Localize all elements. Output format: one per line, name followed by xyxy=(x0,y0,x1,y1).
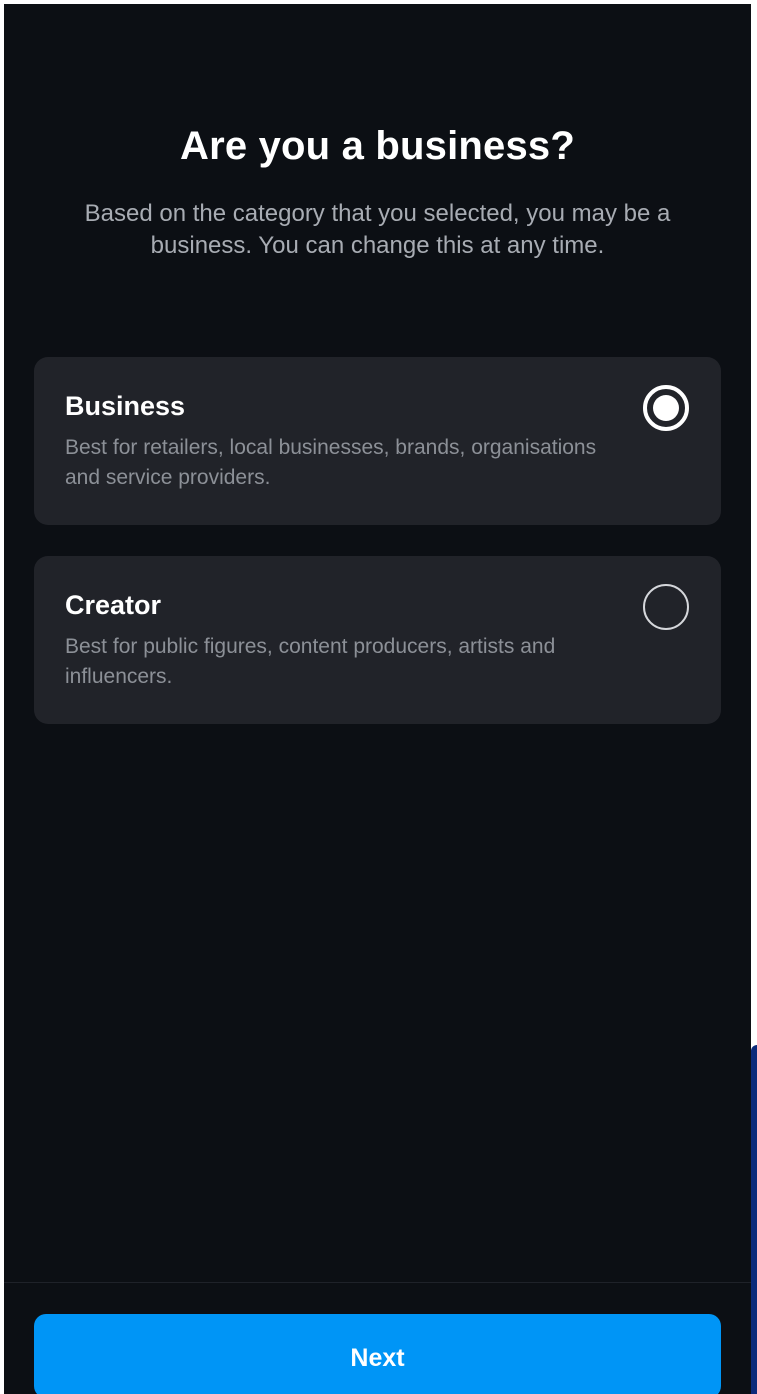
background-edge-graphic xyxy=(751,1045,757,1394)
footer-divider xyxy=(4,1282,751,1283)
option-description-creator: Best for public figures, content produce… xyxy=(65,635,556,688)
option-card-business[interactable]: Business Best for retailers, local busin… xyxy=(34,357,721,525)
radio-button-creator[interactable] xyxy=(643,584,689,630)
radio-button-business[interactable] xyxy=(643,385,689,431)
option-card-creator[interactable]: Creator Best for public figures, content… xyxy=(34,556,721,724)
next-button[interactable]: Next xyxy=(34,1314,721,1394)
option-title-business: Business xyxy=(65,391,186,421)
radio-selected-dot-icon xyxy=(653,395,679,421)
option-description-business: Best for retailers, local businesses, br… xyxy=(65,436,597,489)
page-subtitle: Based on the category that you selected,… xyxy=(84,200,671,259)
page-title: Are you a business? xyxy=(179,124,576,168)
account-type-screen: Are you a business? Based on the categor… xyxy=(4,4,751,1394)
option-title-creator: Creator xyxy=(65,590,162,620)
